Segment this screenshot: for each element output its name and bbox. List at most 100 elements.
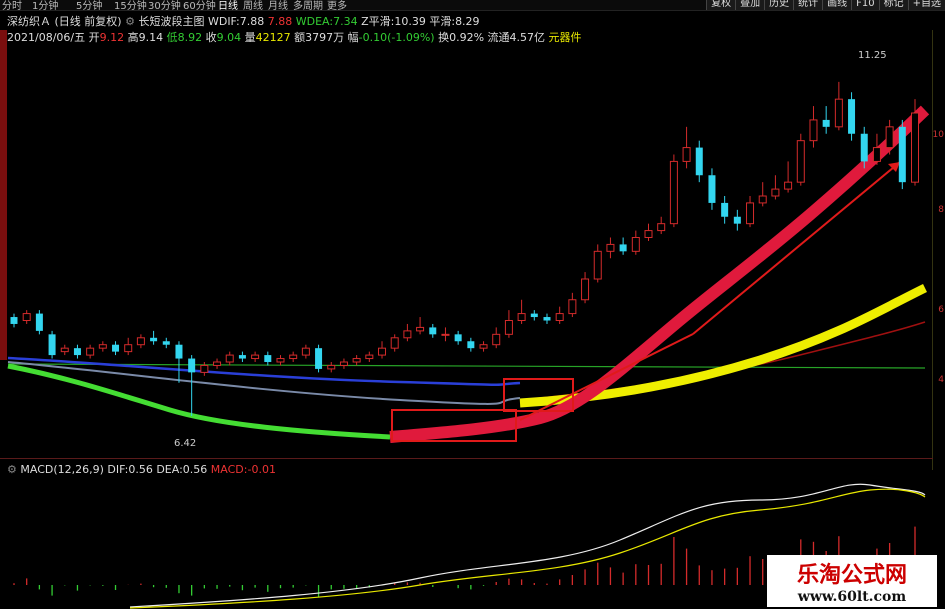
candle[interactable] <box>746 196 755 228</box>
candle-body <box>429 327 437 335</box>
candle-body <box>441 333 450 336</box>
candle[interactable] <box>568 292 577 318</box>
candle[interactable] <box>682 126 691 169</box>
candle[interactable] <box>771 175 780 200</box>
candle[interactable] <box>517 299 526 324</box>
candle[interactable] <box>872 133 881 165</box>
candle[interactable] <box>276 355 285 366</box>
candlestick-chart[interactable]: 11.25 6.42 <box>0 0 933 458</box>
candle[interactable] <box>758 182 767 207</box>
candle[interactable] <box>593 244 602 283</box>
candle[interactable] <box>631 230 640 255</box>
candle[interactable] <box>22 310 31 324</box>
candle[interactable] <box>251 351 260 362</box>
candle[interactable] <box>644 223 653 241</box>
candle[interactable] <box>721 196 729 224</box>
candle-body <box>86 347 95 356</box>
candle[interactable] <box>848 92 856 141</box>
candle[interactable] <box>492 327 501 349</box>
candle-body <box>479 344 488 349</box>
candle[interactable] <box>669 154 678 228</box>
watermark-url: www.60lt.com <box>797 589 907 605</box>
panel-divider <box>0 458 933 459</box>
candle[interactable] <box>150 330 158 345</box>
candle[interactable] <box>555 306 564 324</box>
candle[interactable] <box>429 323 437 338</box>
candle[interactable] <box>301 344 310 359</box>
candle[interactable] <box>441 327 450 342</box>
candle[interactable] <box>467 337 475 352</box>
candle[interactable] <box>390 334 399 352</box>
candle[interactable] <box>225 351 234 366</box>
candle[interactable] <box>619 237 627 255</box>
candle[interactable] <box>86 344 95 359</box>
candle[interactable] <box>504 310 513 338</box>
candle-body <box>378 347 387 356</box>
candle[interactable] <box>213 358 222 369</box>
candle[interactable] <box>200 362 209 376</box>
candle-body <box>175 344 183 359</box>
candle[interactable] <box>98 341 107 352</box>
candle-body <box>98 344 107 349</box>
candle-body <box>352 358 361 363</box>
candle[interactable] <box>238 351 246 362</box>
candle[interactable] <box>352 355 361 366</box>
candle[interactable] <box>834 81 843 131</box>
candle-body <box>822 119 830 127</box>
candle-body <box>631 237 640 252</box>
candle[interactable] <box>809 106 818 148</box>
candle-body <box>644 230 653 238</box>
candle[interactable] <box>581 272 590 304</box>
candle[interactable] <box>289 351 298 362</box>
candle-body <box>809 119 818 142</box>
candle[interactable] <box>733 209 741 231</box>
candle[interactable] <box>73 344 81 359</box>
candle[interactable] <box>796 133 805 186</box>
candle[interactable] <box>479 341 488 352</box>
candle[interactable] <box>543 313 551 324</box>
candle[interactable] <box>339 358 348 369</box>
candle[interactable] <box>695 140 703 183</box>
candle[interactable] <box>898 119 906 190</box>
candle[interactable] <box>822 106 830 134</box>
candle[interactable] <box>124 337 133 356</box>
candle[interactable] <box>365 351 374 362</box>
candle-body <box>403 330 412 339</box>
candle-body <box>213 361 222 366</box>
candle[interactable] <box>606 237 615 259</box>
candle[interactable] <box>175 341 183 383</box>
candle-body <box>504 320 513 335</box>
candle[interactable] <box>35 310 43 335</box>
candle[interactable] <box>416 317 425 335</box>
candle[interactable] <box>60 344 69 356</box>
candle-body <box>872 147 881 162</box>
candle[interactable] <box>188 355 196 416</box>
candle-body <box>60 347 69 353</box>
candle[interactable] <box>657 216 666 235</box>
candle[interactable] <box>378 341 387 359</box>
candle[interactable] <box>315 344 323 373</box>
candle-body <box>492 333 501 346</box>
candle[interactable] <box>48 330 56 359</box>
candle[interactable] <box>403 323 412 342</box>
candle[interactable] <box>784 161 793 193</box>
candle[interactable] <box>136 334 145 349</box>
candle-body <box>568 299 577 315</box>
candle-body <box>543 317 551 321</box>
candle-body <box>10 317 18 324</box>
candle[interactable] <box>708 168 716 210</box>
candle-body <box>784 181 793 190</box>
candle[interactable] <box>162 337 170 349</box>
candle[interactable] <box>112 341 120 356</box>
candle[interactable] <box>10 313 18 328</box>
candle[interactable] <box>264 351 272 366</box>
arrow-line-2 <box>692 161 901 335</box>
watermark-name: 乐淘公式网 <box>796 563 907 588</box>
candle-body <box>796 140 805 183</box>
candle[interactable] <box>530 310 538 321</box>
low-price-label: 6.42 <box>174 438 196 449</box>
candle[interactable] <box>454 330 462 345</box>
candle-body <box>112 344 120 352</box>
candle[interactable] <box>327 362 336 373</box>
axis-tick: 10 <box>932 130 944 140</box>
